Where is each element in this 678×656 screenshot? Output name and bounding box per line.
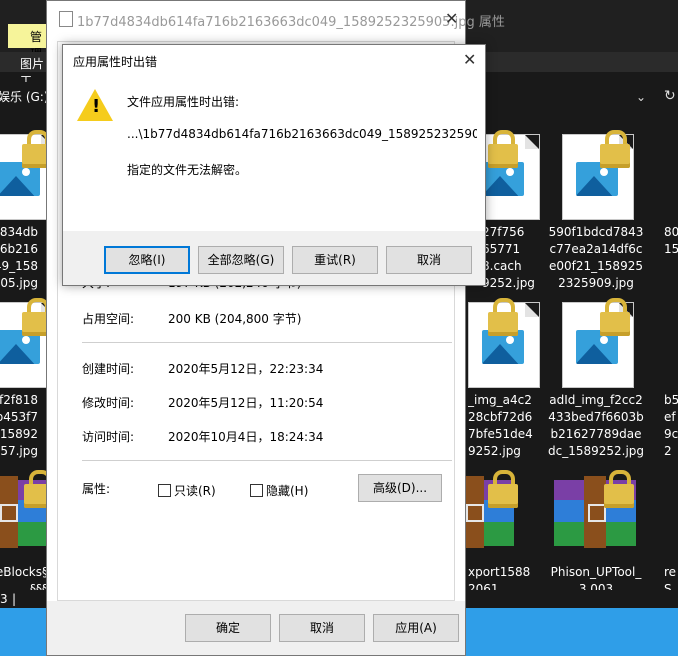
lock-icon bbox=[488, 470, 518, 510]
retry-button[interactable]: 重试(R) bbox=[292, 246, 378, 274]
error-dialog-button-bar: 忽略(I) 全部忽略(G) 重试(R) 取消 bbox=[63, 231, 485, 285]
error-dialog-titlebar[interactable]: 应用属性时出错 ✕ bbox=[63, 45, 485, 75]
file-name: 590f1bdcd7843 c77ea2a14df6c e00f21_15892… bbox=[548, 225, 644, 290]
divider bbox=[82, 460, 452, 461]
file-name: b5 ef 9c 2 bbox=[664, 393, 678, 458]
lock-icon bbox=[600, 298, 630, 338]
ignore-all-button[interactable]: 全部忽略(G) bbox=[198, 246, 284, 274]
error-file-path: ...\1b77d4834db614fa716b2163663dc049_158… bbox=[127, 127, 477, 141]
error-reason: 指定的文件无法解密。 bbox=[127, 163, 248, 177]
chevron-down-icon[interactable]: ⌄ bbox=[636, 90, 646, 104]
readonly-label[interactable]: 只读(R) bbox=[174, 482, 216, 499]
cancel-button[interactable]: 取消 bbox=[279, 614, 365, 642]
file-name: 66f2f818 4b453f7 8c_15892 25957.jpg bbox=[0, 393, 38, 458]
lock-icon bbox=[488, 130, 518, 170]
file-name: 80 15 bbox=[664, 225, 678, 256]
created-value: 2020年5月12日，22:23:34 bbox=[168, 362, 324, 376]
properties-button-bar: 确定 取消 应用(A) bbox=[47, 601, 465, 655]
close-icon[interactable]: ✕ bbox=[445, 9, 458, 28]
file-item[interactable]: 80 15 bbox=[664, 130, 678, 290]
hidden-label[interactable]: 隐藏(H) bbox=[266, 482, 308, 499]
created-label: 创建时间: bbox=[82, 362, 135, 376]
lock-icon bbox=[600, 130, 630, 170]
file-item[interactable]: adId_img_f2cc2 433bed7f6603b b21627789da… bbox=[548, 298, 644, 458]
address-path: 娱乐 (G:) bbox=[0, 90, 49, 104]
properties-titlebar[interactable]: 1b77d4834db614fa716b2163663dc049_1589252… bbox=[47, 1, 505, 37]
ribbon-tab-manage[interactable]: 管理 bbox=[8, 24, 48, 61]
error-message: 文件应用属性时出错: bbox=[127, 95, 240, 109]
ok-button[interactable]: 确定 bbox=[185, 614, 271, 642]
error-dialog-content: ! 文件应用属性时出错: ...\1b77d4834db614fa716b216… bbox=[63, 75, 485, 231]
attributes-label: 属性: bbox=[82, 482, 111, 496]
cancel-button[interactable]: 取消 bbox=[386, 246, 472, 274]
close-icon[interactable]: ✕ bbox=[463, 50, 476, 69]
refresh-icon[interactable]: ↻ bbox=[664, 88, 676, 104]
hidden-checkbox[interactable] bbox=[250, 484, 263, 497]
accessed-label: 访问时间: bbox=[82, 430, 135, 444]
accessed-value: 2020年10月4日，18:24:34 bbox=[168, 430, 324, 444]
readonly-checkbox[interactable] bbox=[158, 484, 171, 497]
modified-label: 修改时间: bbox=[82, 396, 135, 410]
file-item[interactable]: re S bbox=[664, 470, 678, 596]
file-item[interactable]: Phison_UPTool_ 3.003 bbox=[548, 470, 644, 596]
modified-value: 2020年5月12日，11:20:54 bbox=[168, 396, 324, 410]
disk-size-value: 200 KB (204,800 字节) bbox=[168, 312, 302, 326]
dialog-title: 应用属性时出错 bbox=[73, 55, 158, 69]
advanced-button[interactable]: 高级(D)... bbox=[358, 474, 442, 502]
ribbon-tab-picture-tools[interactable]: 图片工 bbox=[10, 52, 50, 88]
warning-icon: ! bbox=[77, 89, 113, 123]
divider bbox=[82, 342, 452, 343]
status-separator: | bbox=[12, 592, 17, 606]
file-name: adId_img_f2cc2 433bed7f6603b b21627789da… bbox=[548, 393, 644, 458]
window-title: 1b77d4834db614fa716b2163663dc049_1589252… bbox=[77, 15, 505, 30]
status-count: 3 bbox=[0, 592, 8, 606]
file-item[interactable]: b5 ef 9c 2 bbox=[664, 298, 678, 458]
lock-icon bbox=[604, 470, 634, 510]
lock-icon bbox=[488, 298, 518, 338]
disk-size-label: 占用空间: bbox=[82, 312, 135, 326]
file-name: d4834db 716b216 049_158 325905.jpg bbox=[0, 225, 38, 290]
ignore-button[interactable]: 忽略(I) bbox=[104, 246, 190, 274]
image-file-icon bbox=[59, 11, 73, 27]
error-dialog: 应用属性时出错 ✕ ! 文件应用属性时出错: ...\1b77d4834db61… bbox=[62, 44, 486, 286]
file-item[interactable]: 590f1bdcd7843 c77ea2a14df6c e00f21_15892… bbox=[548, 130, 644, 290]
apply-button[interactable]: 应用(A) bbox=[373, 614, 459, 642]
